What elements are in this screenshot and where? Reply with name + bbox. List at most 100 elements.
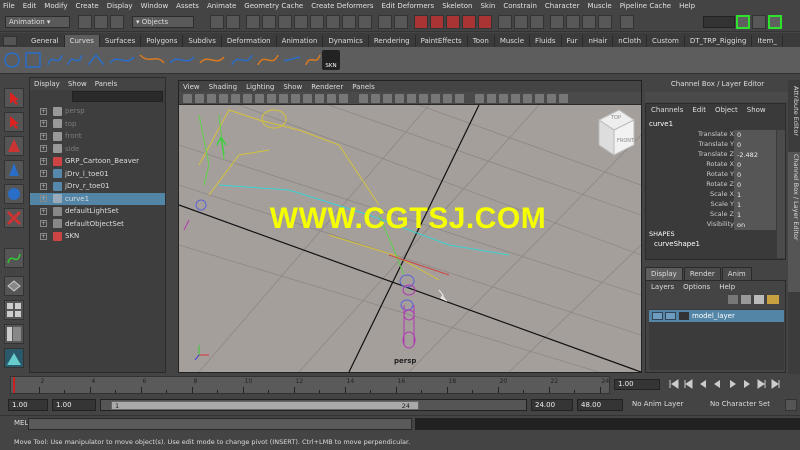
snap-grid-icon[interactable] (414, 15, 428, 29)
animation-end-field[interactable]: 48.00 (577, 399, 623, 411)
safe-action-icon[interactable] (291, 94, 300, 103)
shelf-tab-surfaces[interactable]: Surfaces (100, 35, 142, 47)
save-scene-icon[interactable] (110, 15, 124, 29)
menu-character[interactable]: Character (545, 2, 580, 10)
menu-set-dropdown[interactable]: Animation ▾ (5, 16, 70, 28)
layer-display-type-toggle[interactable] (665, 312, 676, 320)
viewport-menu-lighting[interactable]: Lighting (246, 83, 274, 91)
channel-row[interactable]: Scale X1 (646, 190, 776, 200)
motion-blur-icon[interactable] (511, 94, 520, 103)
safe-title-icon[interactable] (303, 94, 312, 103)
channel-row[interactable]: Translate Z -2.482 (646, 150, 776, 160)
xray-joints-icon[interactable] (419, 94, 428, 103)
shelf-tab-toon[interactable]: Toon (468, 35, 495, 47)
outliner-item[interactable]: + jDrv_l_toe01 (30, 168, 165, 181)
image-plane-icon[interactable] (219, 94, 228, 103)
lock-selection-icon[interactable] (378, 15, 392, 29)
expand-icon[interactable]: + (40, 107, 47, 115)
mask-render-icon[interactable] (342, 15, 356, 29)
menu-edit-deformers[interactable]: Edit Deformers (382, 2, 435, 10)
expand-icon[interactable]: + (40, 232, 47, 240)
channel-row[interactable]: Scale Y1 (646, 200, 776, 210)
channel-menu-channels[interactable]: Channels (651, 106, 683, 114)
bounding-box-icon[interactable] (443, 94, 452, 103)
mask-handle-icon[interactable] (246, 15, 260, 29)
render-frame-icon[interactable] (550, 15, 564, 29)
skn-shelf-icon[interactable]: SKN (322, 50, 340, 70)
menu-display[interactable]: Display (107, 2, 133, 10)
channel-value[interactable]: 1 (734, 210, 776, 220)
layer-tab-anim[interactable]: Anim (721, 267, 752, 280)
menu-skin[interactable]: Skin (480, 2, 495, 10)
menu-constrain[interactable]: Constrain (503, 2, 537, 10)
shelf-tab-muscle[interactable]: Muscle (495, 35, 531, 47)
default-light-icon[interactable] (339, 94, 348, 103)
all-lights-icon[interactable] (359, 94, 368, 103)
xray-icon[interactable] (395, 94, 404, 103)
viewport-menu-renderer[interactable]: Renderer (311, 83, 343, 91)
auto-key-icon[interactable] (785, 399, 797, 411)
range-bar[interactable]: 1 24 (100, 399, 527, 411)
menu-geometry-cache[interactable]: Geometry Cache (244, 2, 303, 10)
menu-window[interactable]: Window (141, 2, 169, 10)
channel-value[interactable]: -2.482 (734, 150, 776, 160)
shelf-tab-polygons[interactable]: Polygons (141, 35, 184, 47)
menu-help[interactable]: Help (679, 2, 695, 10)
shelf-tab-subdivs[interactable]: Subdivs (183, 35, 222, 47)
ao-icon[interactable] (487, 94, 496, 103)
outliner-menu-panels[interactable]: Panels (95, 80, 118, 88)
select-tool-icon[interactable] (4, 88, 24, 108)
hypershade-icon[interactable] (598, 15, 612, 29)
resolution-gate-icon[interactable] (255, 94, 264, 103)
outliner-item[interactable]: + front (30, 130, 165, 143)
channel-row[interactable]: Visibility on (646, 220, 776, 230)
mask-surface-icon[interactable] (294, 15, 308, 29)
layer-color-swatch[interactable] (679, 312, 689, 320)
shelf-menu-icon[interactable] (3, 36, 17, 46)
grid-icon[interactable] (231, 94, 240, 103)
camera-select-icon[interactable] (183, 94, 192, 103)
channel-value[interactable]: 0 (734, 130, 776, 140)
shelf-tab-dt-trp-rigging[interactable]: DT_TRP_Rigging (685, 35, 753, 47)
dof-icon[interactable] (535, 94, 544, 103)
mask-dynamic-icon[interactable] (326, 15, 340, 29)
paint-select-icon[interactable] (4, 136, 24, 156)
ipr-render-icon[interactable] (566, 15, 580, 29)
expand-icon[interactable]: + (40, 220, 47, 228)
move-layer-down-icon[interactable] (741, 295, 751, 304)
new-empty-layer-icon[interactable] (754, 295, 764, 304)
select-hierarchy-icon[interactable] (210, 15, 224, 29)
layout-four-icon[interactable] (4, 300, 24, 320)
channel-row[interactable]: Rotate Y0 (646, 170, 776, 180)
snap-point-icon[interactable] (446, 15, 460, 29)
shelf-tab-custom[interactable]: Custom (647, 35, 685, 47)
bookmark-icon[interactable] (207, 94, 216, 103)
history-input-icon[interactable] (514, 15, 528, 29)
move-tool-icon[interactable] (4, 160, 24, 180)
mask-misc-icon[interactable] (358, 15, 372, 29)
channel-value[interactable]: 1 (734, 190, 776, 200)
menu-animate[interactable]: Animate (207, 2, 236, 10)
menu-edit[interactable]: Edit (23, 2, 37, 10)
layer-tab-render[interactable]: Render (683, 267, 721, 280)
range-handle[interactable]: 1 24 (111, 401, 419, 410)
menu-skeleton[interactable]: Skeleton (442, 2, 472, 10)
expand-icon[interactable]: + (40, 132, 47, 140)
open-scene-icon[interactable] (94, 15, 108, 29)
textured-icon[interactable] (371, 94, 380, 103)
mask-deform-icon[interactable] (310, 15, 324, 29)
hq-render-icon[interactable] (475, 94, 484, 103)
shadows-icon[interactable] (383, 94, 392, 103)
channel-value[interactable]: 0 (734, 180, 776, 190)
layout-single-icon[interactable] (4, 276, 24, 296)
xray-active-icon[interactable] (431, 94, 440, 103)
shelf-tab-deformation[interactable]: Deformation (222, 35, 277, 47)
side-tab-attribute-editor[interactable]: Attribute Editor (788, 84, 800, 148)
shelf-tab-painteffects[interactable]: PaintEffects (416, 35, 468, 47)
layout-outliner-icon[interactable] (4, 324, 24, 344)
render-settings-icon[interactable] (582, 15, 596, 29)
shelf-tab-curves[interactable]: Curves (64, 35, 100, 47)
layer-visibility-toggle[interactable] (652, 312, 663, 320)
last-tool-icon[interactable] (4, 248, 24, 268)
channel-value[interactable]: 1 (734, 200, 776, 210)
